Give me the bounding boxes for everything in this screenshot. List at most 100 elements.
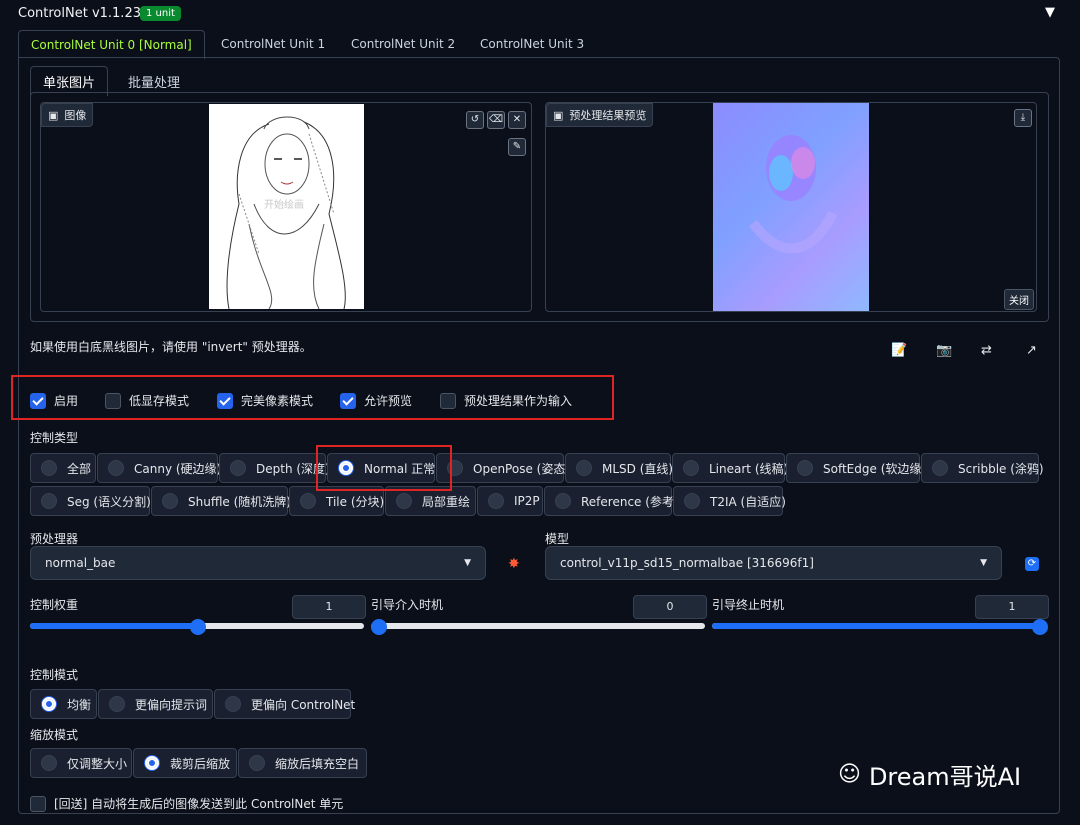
control-mode-option[interactable]: 更偏向 ControlNet	[214, 689, 355, 719]
brush-icon[interactable]: ✎	[508, 138, 526, 156]
guidance-end-input[interactable]: 1	[975, 595, 1049, 619]
control-type-option[interactable]: OpenPose (姿态)	[436, 453, 570, 483]
undo-icon[interactable]: ↺	[466, 111, 484, 129]
radio-icon	[41, 460, 57, 476]
panel-title: ControlNet v1.1.238	[18, 6, 150, 21]
resize-mode-option[interactable]: 缩放后填充空白	[238, 748, 367, 778]
preprocessor-label: 预处理器	[30, 532, 79, 546]
control-type-option[interactable]: Scribble (涂鸦)	[921, 453, 1044, 483]
control-type-option[interactable]: 全部	[30, 453, 96, 483]
download-icon[interactable]: ⤓	[1014, 109, 1032, 127]
pixel-perfect-checkbox[interactable]: 完美像素模式	[217, 392, 313, 409]
image-icon: ▣	[553, 108, 564, 122]
close-preview-button[interactable]: 关闭	[1004, 289, 1034, 310]
preprocessor-select[interactable]: normal_bae ▼	[30, 546, 486, 580]
preview-label: ▣ 预处理结果预览	[546, 103, 654, 127]
guidance-start-input[interactable]: 0	[633, 595, 707, 619]
image-input-box[interactable]: ▣ 图像 开始绘画 ↺ ⌫ ✕ ✎	[40, 102, 532, 312]
preprocess-as-input-checkbox[interactable]: 预处理结果作为输入	[440, 392, 572, 409]
guidance-end-label: 引导终止时机	[712, 598, 785, 612]
model-label: 模型	[545, 532, 570, 546]
swap-icon[interactable]: ⇄	[981, 343, 992, 358]
slider-fill	[30, 623, 197, 629]
tab-unit-2[interactable]: ControlNet Unit 2	[351, 30, 455, 58]
camera-icon[interactable]: 📷	[936, 343, 952, 358]
control-weight-slider[interactable]	[30, 619, 364, 635]
radio-icon	[108, 460, 124, 476]
control-type-option[interactable]: T2IA (自适应)	[673, 486, 786, 516]
resize-mode-option[interactable]: 仅调整大小	[30, 748, 132, 778]
image-icon: ▣	[48, 108, 59, 122]
model-select[interactable]: control_v11p_sd15_normalbae [316696f1] ▼	[545, 546, 1002, 580]
memo-icon[interactable]: 📝	[891, 343, 907, 358]
loopback-checkbox[interactable]: [回送] 自动将生成后的图像发送到此 ControlNet 单元	[30, 795, 343, 812]
low-vram-checkbox[interactable]: 低显存模式	[105, 392, 189, 409]
close-icon[interactable]: ✕	[508, 111, 526, 129]
wechat-watermark: ☺ Dream哥说AI	[838, 762, 1022, 791]
triangle-down-icon[interactable]: ▼	[1045, 5, 1055, 20]
radio-icon	[109, 696, 125, 712]
control-type-option[interactable]: Seg (语义分割)	[30, 486, 151, 516]
control-type-label: 控制类型	[30, 431, 79, 445]
control-type-option[interactable]: MLSD (直线)	[565, 453, 673, 483]
normal-highlight	[316, 445, 452, 491]
control-weight-label: 控制权重	[30, 598, 79, 612]
radio-icon	[225, 696, 241, 712]
resize-mode-option-selected[interactable]: 裁剪后缩放	[133, 748, 237, 778]
refresh-icon[interactable]: ⟳	[1025, 557, 1039, 571]
tab-unit-1[interactable]: ControlNet Unit 1	[221, 30, 325, 58]
radio-icon	[555, 493, 571, 509]
radio-icon	[230, 460, 246, 476]
sketch-image: 开始绘画	[209, 104, 364, 310]
wechat-icon: ☺	[838, 762, 861, 787]
control-type-option[interactable]: Shuffle (随机洗牌)	[151, 486, 291, 516]
tab-unit-0[interactable]: ControlNet Unit 0 [Normal]	[18, 30, 205, 59]
control-type-option[interactable]: SoftEdge (软边缘)	[786, 453, 926, 483]
slider-thumb[interactable]	[190, 619, 206, 635]
enable-checkbox[interactable]: 启用	[30, 392, 78, 409]
radio-icon	[396, 493, 412, 509]
allow-preview-checkbox[interactable]: 允许预览	[340, 392, 412, 409]
checkbox-icon	[105, 392, 121, 409]
tab-batch[interactable]: 批量处理	[128, 72, 180, 91]
control-type-option[interactable]: Depth (深度)	[219, 453, 330, 483]
radio-icon	[932, 460, 948, 476]
radio-icon	[249, 755, 265, 771]
radio-icon	[797, 460, 813, 476]
control-type-option[interactable]: IP2P	[477, 486, 543, 516]
guidance-start-slider[interactable]	[371, 619, 705, 635]
radio-icon	[41, 493, 57, 509]
slider-fill	[712, 623, 1046, 629]
control-type-option[interactable]: Reference (参考)	[544, 486, 679, 516]
radio-icon	[488, 493, 504, 509]
unit-count-badge: 1 unit	[140, 6, 181, 21]
control-type-option[interactable]: Lineart (线稿)	[672, 453, 788, 483]
eraser-icon[interactable]: ⌫	[487, 111, 505, 129]
radio-icon	[41, 696, 57, 712]
checkbox-icon	[340, 392, 356, 409]
slider-thumb[interactable]	[1032, 619, 1048, 635]
radio-icon	[683, 460, 699, 476]
run-preprocessor-icon[interactable]: ✸	[508, 556, 520, 572]
caret-down-icon: ▼	[464, 558, 471, 568]
guidance-start-label: 引导介入时机	[371, 598, 444, 612]
arrow-return-icon[interactable]: ↗	[1026, 343, 1037, 358]
control-weight-input[interactable]: 1	[292, 595, 366, 619]
control-mode-option[interactable]: 更偏向提示词	[98, 689, 213, 719]
control-mode-label: 控制模式	[30, 668, 79, 682]
control-type-option[interactable]: Canny (硬边缘)	[97, 453, 221, 483]
control-mode-option-selected[interactable]: 均衡	[30, 689, 97, 719]
checkbox-icon	[217, 392, 233, 409]
radio-icon	[144, 755, 160, 771]
slider-thumb[interactable]	[371, 619, 387, 635]
radio-icon	[162, 493, 178, 509]
caret-down-icon: ▼	[980, 558, 987, 568]
tab-unit-3[interactable]: ControlNet Unit 3	[480, 30, 584, 58]
image-label: ▣ 图像	[41, 103, 94, 127]
guidance-end-slider[interactable]	[712, 619, 1048, 635]
radio-icon	[41, 755, 57, 771]
resize-mode-label: 缩放模式	[30, 728, 79, 742]
radio-icon	[300, 493, 316, 509]
invert-hint: 如果使用白底黑线图片，请使用 "invert" 预处理器。	[30, 340, 312, 354]
preview-box: ▣ 预处理结果预览 ⤓ 关闭	[545, 102, 1037, 312]
